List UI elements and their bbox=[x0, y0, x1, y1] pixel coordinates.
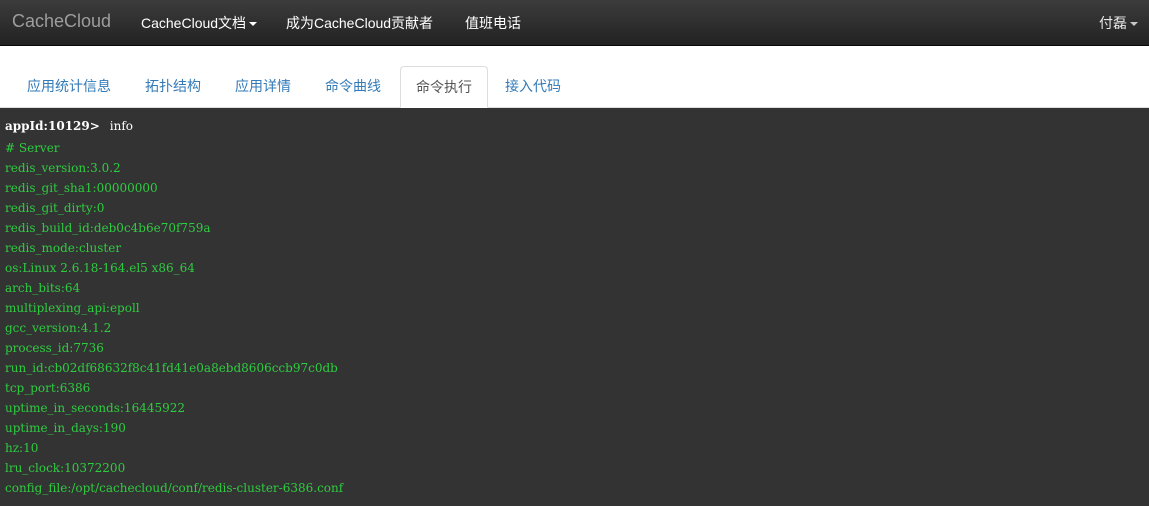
console-output-line: redis_git_sha1:00000000 bbox=[5, 181, 158, 195]
top-navbar: CacheCloud CacheCloud文档 成为CacheCloud贡献者 … bbox=[0, 0, 1149, 46]
console-output-line: redis_git_dirty:0 bbox=[5, 201, 105, 215]
console-output-line: lru_clock:10372200 bbox=[5, 461, 126, 475]
console-output-line: redis_version:3.0.2 bbox=[5, 161, 121, 175]
console-output-line: hz:10 bbox=[5, 441, 39, 455]
tab-command-execute[interactable]: 命令执行 bbox=[400, 66, 488, 108]
console-output-line: arch_bits:64 bbox=[5, 281, 81, 295]
console-output-line: redis_build_id:deb0c4b6e70f759a bbox=[5, 221, 211, 235]
console-prompt: appId:10129> bbox=[5, 119, 100, 133]
console-output-line: run_id:cb02df68632f8c41fd41e0a8ebd8606cc… bbox=[5, 361, 338, 375]
brand-logo[interactable]: CacheCloud bbox=[12, 11, 111, 32]
user-menu-dropdown[interactable]: 付磊 bbox=[1099, 13, 1138, 33]
console-output-line: config_file:/opt/cachecloud/conf/redis-c… bbox=[5, 481, 344, 495]
command-console[interactable]: appId:10129> info # Server redis_version:3… bbox=[0, 108, 1149, 506]
console-output-line: gcc_version:4.1.2 bbox=[5, 321, 112, 335]
chevron-down-icon bbox=[249, 22, 258, 27]
chevron-down-icon bbox=[1130, 22, 1138, 27]
console-output-line: uptime_in_days:190 bbox=[5, 421, 126, 435]
console-command: info bbox=[109, 119, 134, 133]
console-output-line: redis_mode:cluster bbox=[5, 241, 122, 255]
console-prompt-line: appId:10129> info bbox=[5, 118, 133, 134]
console-output-line: # Server bbox=[5, 141, 60, 155]
tab-app-details[interactable]: 应用详情 bbox=[220, 66, 306, 107]
tab-command-curve[interactable]: 命令曲线 bbox=[310, 66, 396, 107]
console-output-line: os:Linux 2.6.18-164.el5 x86_64 bbox=[5, 261, 195, 275]
nav-docs-dropdown[interactable]: CacheCloud文档 bbox=[141, 13, 258, 33]
console-output-line: tcp_port:6386 bbox=[5, 381, 91, 395]
app-tabs: 应用统计信息 拓扑结构 应用详情 命令曲线 命令执行 接入代码 bbox=[0, 46, 1149, 108]
console-output-line: uptime_in_seconds:16445922 bbox=[5, 401, 186, 415]
console-output: # Server redis_version:3.0.2 redis_git_sha… bbox=[5, 138, 343, 498]
nav-oncall-link[interactable]: 值班电话 bbox=[465, 13, 521, 33]
console-output-line: process_id:7736 bbox=[5, 341, 104, 355]
tab-app-stats[interactable]: 应用统计信息 bbox=[12, 66, 126, 107]
tab-access-code[interactable]: 接入代码 bbox=[490, 66, 576, 107]
tab-topology[interactable]: 拓扑结构 bbox=[130, 66, 216, 107]
nav-docs-label: CacheCloud文档 bbox=[141, 15, 247, 31]
user-name: 付磊 bbox=[1099, 15, 1127, 31]
console-output-line: multiplexing_api:epoll bbox=[5, 301, 140, 315]
nav-contributor-link[interactable]: 成为CacheCloud贡献者 bbox=[286, 13, 433, 33]
